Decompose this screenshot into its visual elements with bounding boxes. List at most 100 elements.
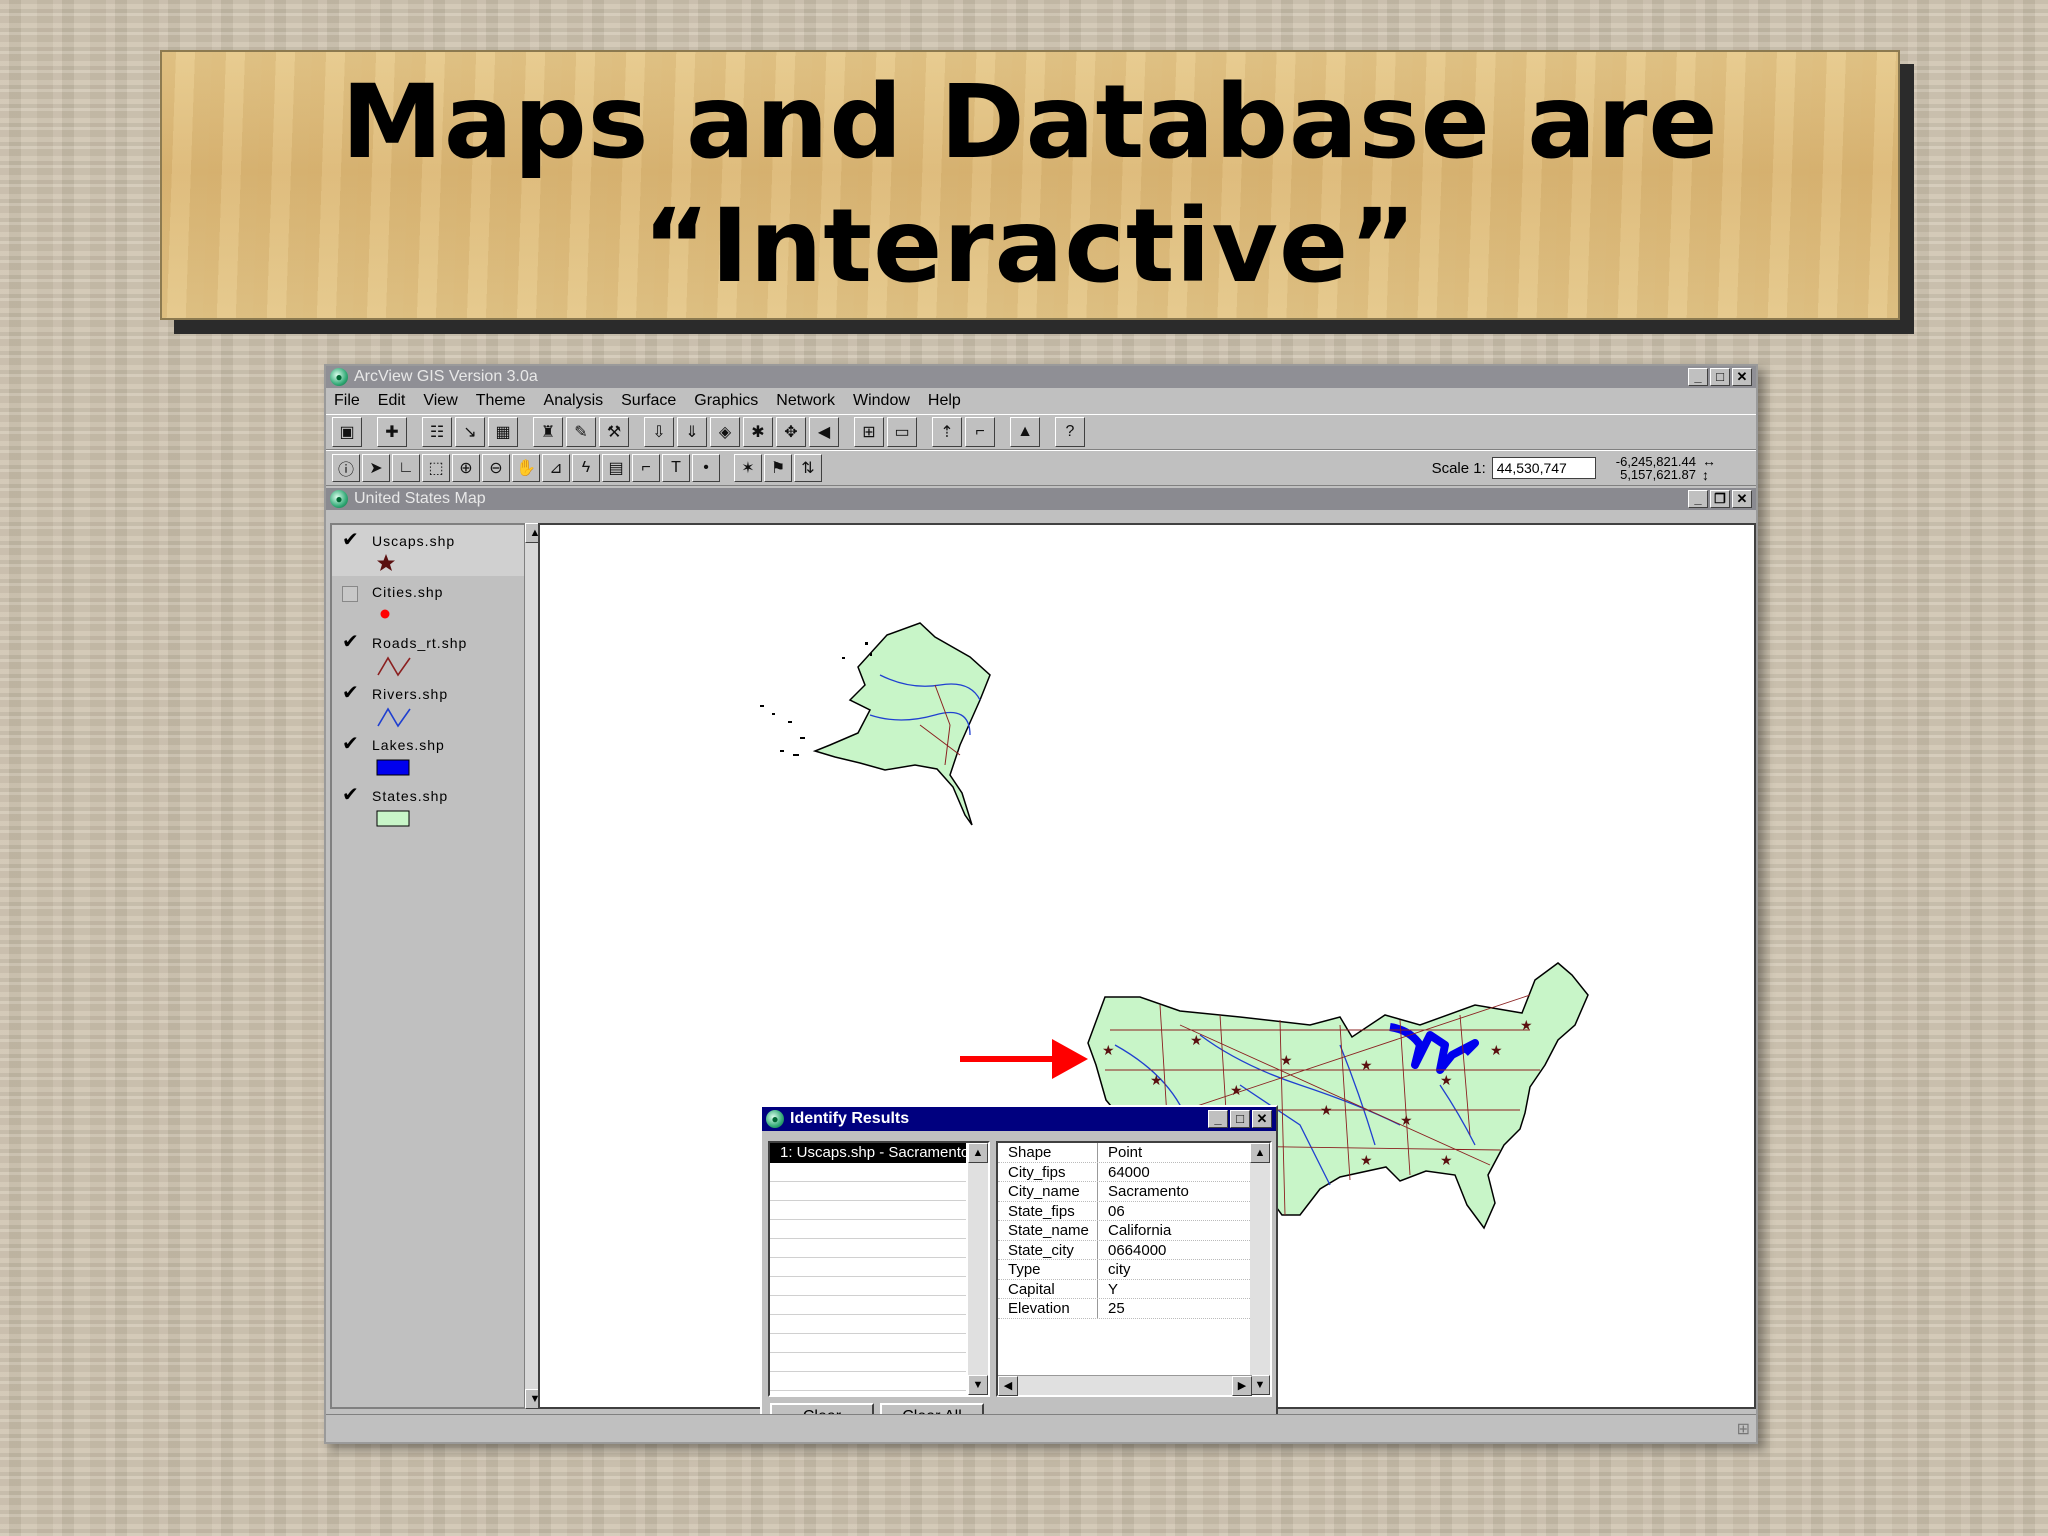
identify-results-dialog: ● Identify Results _ □ ✕ 1: Uscaps.shp -… bbox=[760, 1105, 1278, 1437]
open-table-icon[interactable]: ▦ bbox=[488, 417, 518, 447]
svg-text:★: ★ bbox=[1360, 1152, 1373, 1168]
legend-item-rivers[interactable]: ✔ Rivers.shp bbox=[332, 678, 526, 729]
find-icon[interactable]: ♜ bbox=[533, 417, 563, 447]
scroll-left-icon[interactable]: ◀ bbox=[998, 1376, 1018, 1396]
legend-item-cities[interactable]: Cities.shp bbox=[332, 576, 526, 627]
menu-surface[interactable]: Surface bbox=[621, 392, 676, 410]
add-theme-icon[interactable]: ✚ bbox=[377, 417, 407, 447]
zoom-full-extent-icon[interactable]: ⇩ bbox=[644, 417, 674, 447]
identify-titlebar[interactable]: ● Identify Results _ □ ✕ bbox=[762, 1107, 1276, 1131]
legend-item-uscaps[interactable]: ✔ Uscaps.shp bbox=[332, 525, 526, 576]
svg-text:★: ★ bbox=[1360, 1057, 1373, 1073]
promote-icon[interactable]: ⇡ bbox=[932, 417, 962, 447]
menu-edit[interactable]: Edit bbox=[378, 392, 406, 410]
scroll-right-icon[interactable]: ▶ bbox=[1232, 1376, 1252, 1396]
draw-point-icon[interactable]: • bbox=[692, 454, 720, 482]
zoom-active-themes-icon[interactable]: ⇓ bbox=[677, 417, 707, 447]
view-restore-button[interactable]: ❐ bbox=[1710, 490, 1730, 508]
checkbox-checked-icon[interactable]: ✔ bbox=[342, 785, 360, 805]
select-feature-tool-icon[interactable]: ⬚ bbox=[422, 454, 450, 482]
resize-grip-icon[interactable]: ⊞ bbox=[1737, 1419, 1750, 1439]
zoom-in-icon[interactable]: ✱ bbox=[743, 417, 773, 447]
view-close-button[interactable]: ✕ bbox=[1732, 490, 1752, 508]
list-scrollbar[interactable]: ▲ ▼ bbox=[968, 1143, 988, 1395]
svg-text:★: ★ bbox=[1230, 1082, 1243, 1098]
zoom-in-tool-icon[interactable]: ⊕ bbox=[452, 454, 480, 482]
network-tool-2-icon[interactable]: ⚑ bbox=[764, 454, 792, 482]
menu-network[interactable]: Network bbox=[776, 392, 835, 410]
menu-analysis[interactable]: Analysis bbox=[544, 392, 604, 410]
view-minimize-button[interactable]: _ bbox=[1688, 490, 1708, 508]
menu-help[interactable]: Help bbox=[928, 392, 961, 410]
legend-item-label: States.shp bbox=[372, 788, 449, 804]
menu-graphics[interactable]: Graphics bbox=[694, 392, 758, 410]
label-tool-icon[interactable]: ⌐ bbox=[632, 454, 660, 482]
maximize-button[interactable]: □ bbox=[1710, 368, 1730, 386]
identify-maximize-button[interactable]: □ bbox=[1230, 1110, 1250, 1128]
checkbox-checked-icon[interactable]: ✔ bbox=[342, 530, 360, 550]
select-features-icon[interactable]: ⊞ bbox=[854, 417, 884, 447]
zoom-out-icon[interactable]: ✥ bbox=[776, 417, 806, 447]
legend-item-label: Rivers.shp bbox=[372, 686, 449, 702]
chart-icon[interactable]: ▲ bbox=[1010, 417, 1040, 447]
vertex-edit-icon[interactable]: ∟ bbox=[392, 454, 420, 482]
identify-minimize-button[interactable]: _ bbox=[1208, 1110, 1228, 1128]
star-icon bbox=[377, 554, 395, 571]
attr-row: Shape Point bbox=[998, 1143, 1252, 1163]
measure-icon[interactable]: ⊿ bbox=[542, 454, 570, 482]
checkbox-checked-icon[interactable]: ✔ bbox=[342, 734, 360, 754]
clear-selection-icon[interactable]: ▭ bbox=[887, 417, 917, 447]
minimize-button[interactable]: _ bbox=[1688, 368, 1708, 386]
attr-row: Capital Y bbox=[998, 1279, 1252, 1299]
scale-input[interactable]: 44,530,747 bbox=[1491, 457, 1596, 479]
identify-close-button[interactable]: ✕ bbox=[1252, 1110, 1272, 1128]
theme-properties-icon[interactable]: ☷ bbox=[422, 417, 452, 447]
close-button[interactable]: ✕ bbox=[1732, 368, 1752, 386]
scale-label: Scale 1: bbox=[1431, 459, 1486, 477]
zoom-selected-icon[interactable]: ◈ bbox=[710, 417, 740, 447]
svg-text:★: ★ bbox=[1320, 1102, 1333, 1118]
legend-item-states[interactable]: ✔ States.shp bbox=[332, 780, 526, 831]
scroll-down-icon[interactable]: ▼ bbox=[968, 1375, 988, 1395]
red-arrow bbox=[960, 1039, 1088, 1079]
hotlink-icon[interactable]: ϟ bbox=[572, 454, 600, 482]
zoom-out-tool-icon[interactable]: ⊖ bbox=[482, 454, 510, 482]
menu-file[interactable]: File bbox=[334, 392, 360, 410]
legend-item-roads[interactable]: ✔ Roads_rt.shp bbox=[332, 627, 526, 678]
graph-icon[interactable]: ⌐ bbox=[965, 417, 995, 447]
identify-tool-icon[interactable]: ⓘ bbox=[332, 454, 360, 482]
identify-feature-list[interactable]: 1: Uscaps.shp - Sacramento ▲ ▼ bbox=[768, 1141, 990, 1397]
text-tool-icon[interactable]: T bbox=[662, 454, 690, 482]
attr-hscrollbar[interactable]: ◀ ▶ bbox=[998, 1375, 1252, 1396]
scroll-up-icon[interactable]: ▲ bbox=[1250, 1143, 1270, 1163]
pointer-tool-icon[interactable]: ➤ bbox=[362, 454, 390, 482]
attr-vscrollbar[interactable]: ▲ ▼ bbox=[1250, 1143, 1270, 1395]
save-project-icon[interactable]: ▣ bbox=[332, 417, 362, 447]
legend-item-lakes[interactable]: ✔ Lakes.shp bbox=[332, 729, 526, 780]
checkbox-checked-icon[interactable]: ✔ bbox=[342, 632, 360, 652]
edit-legend-icon[interactable]: ↘ bbox=[455, 417, 485, 447]
help-pointer-icon[interactable]: ? bbox=[1055, 417, 1085, 447]
menu-window[interactable]: Window bbox=[853, 392, 910, 410]
checkbox-unchecked-icon[interactable] bbox=[342, 586, 358, 602]
attr-value: 06 bbox=[1108, 1202, 1125, 1220]
scroll-up-icon[interactable]: ▲ bbox=[968, 1143, 988, 1163]
query-builder-icon[interactable]: ⚒ bbox=[599, 417, 629, 447]
checkbox-checked-icon[interactable]: ✔ bbox=[342, 683, 360, 703]
app-titlebar[interactable]: ● ArcView GIS Version 3.0a _ □ ✕ bbox=[326, 366, 1756, 388]
svg-text:★: ★ bbox=[1440, 1152, 1453, 1168]
scroll-down-icon[interactable]: ▼ bbox=[1250, 1375, 1270, 1395]
menu-theme[interactable]: Theme bbox=[476, 392, 526, 410]
map-canvas[interactable]: ★★★ ★★★ ★★★ ★★★ ★★★ ● Identify Results _… bbox=[538, 523, 1756, 1437]
view-window-titlebar[interactable]: ● United States Map _ ❐ ✕ bbox=[326, 488, 1756, 510]
pan-hand-icon[interactable]: ✋ bbox=[512, 454, 540, 482]
menu-view[interactable]: View bbox=[423, 392, 457, 410]
fill-symbol-icon bbox=[376, 759, 410, 776]
area-of-interest-icon[interactable]: ▤ bbox=[602, 454, 630, 482]
locate-address-icon[interactable]: ✎ bbox=[566, 417, 596, 447]
identify-selected-row[interactable]: 1: Uscaps.shp - Sacramento bbox=[770, 1143, 966, 1163]
button-bar: ▣ ✚ ☷ ↘ ▦ ♜ ✎ ⚒ ⇩ ⇓ ◈ ✱ ✥ ◀ ⊞ ▭ ⇡ ⌐ ▲ ? bbox=[326, 414, 1756, 450]
network-tool-3-icon[interactable]: ⇅ bbox=[794, 454, 822, 482]
network-tool-1-icon[interactable]: ✶ bbox=[734, 454, 762, 482]
zoom-previous-icon[interactable]: ◀ bbox=[809, 417, 839, 447]
